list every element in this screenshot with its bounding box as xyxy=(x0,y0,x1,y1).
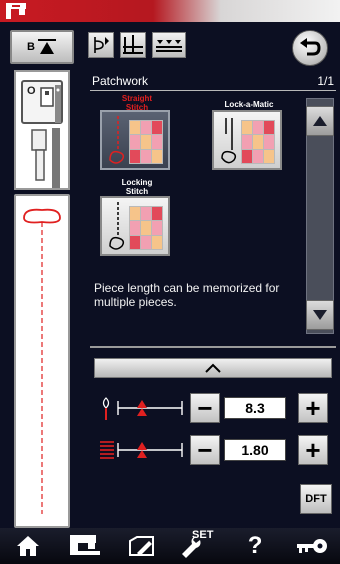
home-button[interactable] xyxy=(0,528,57,564)
reverse-stitch-button[interactable] xyxy=(88,32,114,58)
page-indicator: 1/1 xyxy=(317,74,334,88)
scroll-up-button[interactable] xyxy=(306,106,334,136)
stitch-width-icon xyxy=(102,397,183,420)
needle-up-icon xyxy=(37,39,56,54)
settings-label: SET xyxy=(192,529,214,541)
stitch-length-icon xyxy=(100,441,183,459)
quilt-icon xyxy=(129,120,163,164)
back-button[interactable] xyxy=(292,30,328,66)
length-plus-button[interactable]: + xyxy=(298,435,328,465)
settings-button[interactable]: SET xyxy=(170,528,227,564)
stitch-button-lock-a-matic[interactable] xyxy=(212,110,282,170)
reverse-stitch-icon xyxy=(94,37,109,53)
scroll-up-icon xyxy=(313,116,327,126)
scroll-down-button[interactable] xyxy=(306,300,334,330)
chevron-up-icon xyxy=(205,363,221,373)
feed-dog-button[interactable] xyxy=(152,32,186,58)
presser-foot-button[interactable] xyxy=(120,32,146,58)
width-minus-button[interactable]: − xyxy=(190,393,220,423)
stitch-label-lock-a-matic: Lock-a-Matic xyxy=(224,100,274,109)
stitch-button-straight[interactable] xyxy=(100,110,170,170)
file-folder-icon xyxy=(128,536,154,556)
quilt-icon xyxy=(241,120,275,164)
stitch-button-locking[interactable] xyxy=(100,196,170,256)
presser-foot-icon xyxy=(40,85,61,123)
default-button[interactable]: DFT xyxy=(300,484,332,514)
presser-foot-panel: O xyxy=(14,70,70,190)
presser-foot-frame: O xyxy=(21,80,63,124)
title-bar xyxy=(0,0,340,22)
quilt-icon xyxy=(129,206,163,250)
bottom-bar: SET ? xyxy=(0,528,340,564)
home-icon xyxy=(17,536,40,556)
help-button[interactable]: ? xyxy=(227,528,284,564)
sewing-mode-button[interactable] xyxy=(57,528,114,564)
machine-icon xyxy=(6,3,26,19)
sewing-machine-icon xyxy=(70,535,100,555)
back-arrow-icon xyxy=(300,38,321,56)
stitch-preview xyxy=(14,194,70,528)
panel-header: Patchwork 1/1 xyxy=(90,74,336,90)
length-minus-button[interactable]: − xyxy=(190,435,220,465)
stitch-label-locking: Locking Stitch xyxy=(121,178,153,196)
needle-position-letter: B xyxy=(27,41,35,53)
stitch-preview-drawing xyxy=(23,208,61,514)
header-rule xyxy=(90,90,336,91)
width-plus-button[interactable]: + xyxy=(298,393,328,423)
presser-foot-up-icon xyxy=(123,35,143,54)
panel-title: Patchwork xyxy=(92,74,149,88)
needle-position-button[interactable]: B xyxy=(10,30,74,64)
key-icon xyxy=(296,539,327,553)
foot-shank-icon xyxy=(31,128,60,188)
lock-button[interactable] xyxy=(283,528,340,564)
scroll-down-icon xyxy=(313,310,327,320)
feed-dog-icon xyxy=(156,40,182,52)
help-icon: ? xyxy=(247,532,263,559)
width-value: 8.3 xyxy=(224,397,286,419)
collapse-button[interactable] xyxy=(94,358,332,378)
length-value: 1.80 xyxy=(224,439,286,461)
section-divider xyxy=(90,346,336,348)
adjust-row-length: − 1.80 + xyxy=(92,434,336,466)
file-button[interactable] xyxy=(113,528,170,564)
left-column: B O xyxy=(10,30,74,528)
info-text: Piece length can be memorized for multip… xyxy=(94,281,280,309)
adjust-row-width: − 8.3 + xyxy=(92,392,336,424)
